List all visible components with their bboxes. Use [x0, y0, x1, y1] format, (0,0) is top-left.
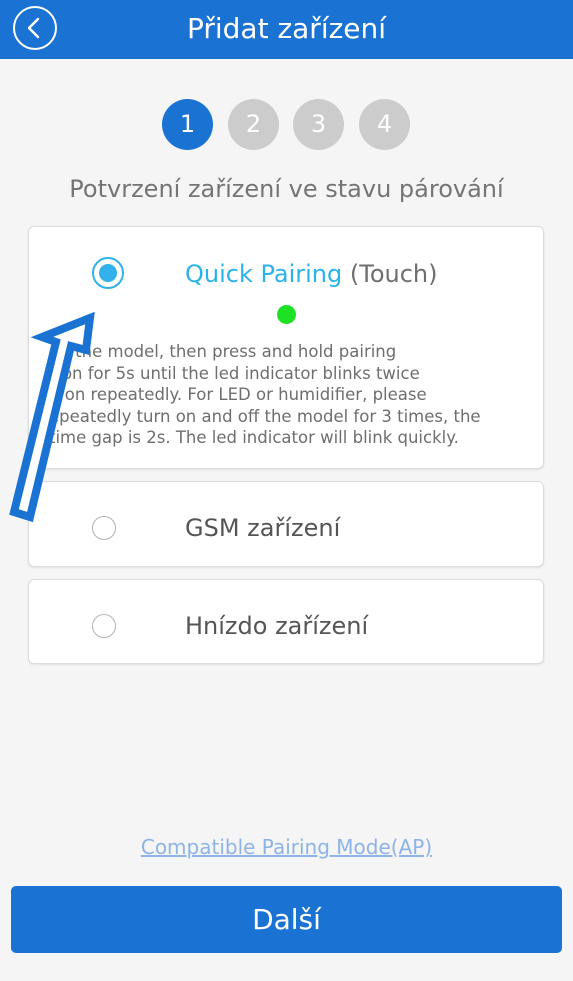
step-3: 3 — [293, 99, 344, 150]
next-button[interactable]: Další — [11, 886, 562, 953]
step-indicator: 1 2 3 4 — [0, 99, 573, 150]
step-subtitle: Potvrzení zařízení ve stavu párování — [69, 175, 504, 203]
radio-quick-pairing[interactable] — [92, 257, 124, 289]
step-4: 4 — [359, 99, 410, 150]
option-label-gsm: GSM zařízení — [185, 514, 341, 542]
option-label-nest: Hnízdo zařízení — [185, 612, 369, 640]
quick-pairing-suffix: (Touch) — [349, 260, 438, 288]
radio-nest[interactable] — [92, 614, 116, 638]
page-title: Přidat zařízení — [186, 12, 387, 45]
quick-pairing-label: Quick Pairing — [185, 260, 343, 288]
header-bar: Přidat zařízení — [0, 0, 573, 59]
option-label-quick-pairing: Quick Pairing (Touch) — [185, 258, 438, 290]
led-indicator-dot — [277, 305, 296, 324]
step-1: 1 — [162, 99, 213, 150]
option-card-nest[interactable]: Hnízdo zařízení — [28, 579, 544, 664]
compatible-mode-link[interactable]: Compatible Pairing Mode(AP) — [0, 833, 573, 861]
annotation-arrow-icon — [9, 311, 95, 523]
step-2: 2 — [228, 99, 279, 150]
